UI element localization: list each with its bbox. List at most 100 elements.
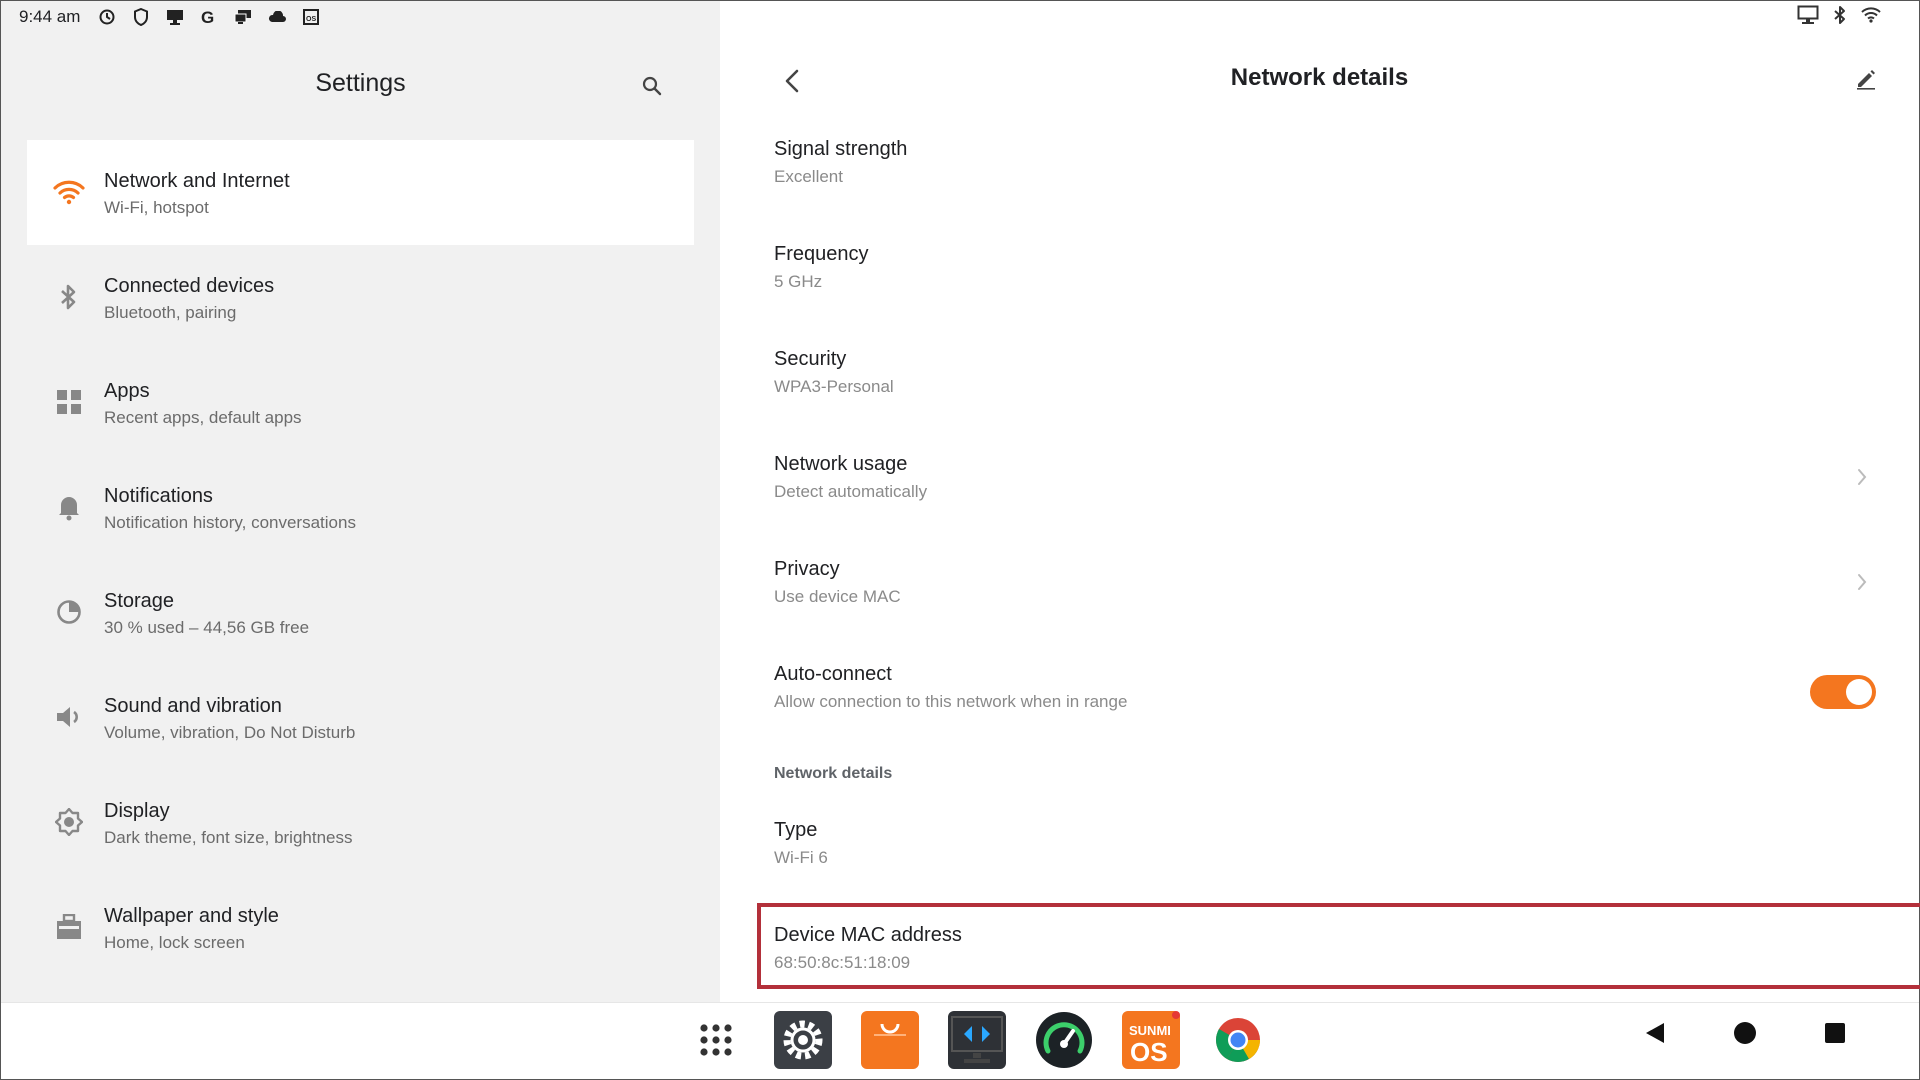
taskbar: SUNMI OS [1,1002,1919,1079]
menu-item-title: Sound and vibration [104,695,282,717]
status-bar-right [1797,5,1881,29]
settings-title: Settings [315,69,406,97]
sync-status-icon [96,6,118,28]
back-triangle-icon [1646,1023,1664,1043]
storage-pie-icon [53,596,85,628]
monitor-status-icon [164,6,186,28]
settings-menu: Network and Internet Wi-Fi, hotspot Conn… [27,140,694,980]
menu-item-title: Apps [104,380,150,402]
svg-text:OS: OS [1130,1037,1168,1067]
chevron-right-icon [1852,568,1872,596]
detail-row-frequency: Frequency 5 GHz [774,243,1894,323]
row-value: WPA3-Personal [774,377,894,396]
svg-text:SUNMI: SUNMI [1129,1023,1171,1038]
row-value: Wi-Fi 6 [774,848,828,867]
bell-icon [53,491,85,523]
detail-row-type: Type Wi-Fi 6 [774,819,1894,899]
row-value: Use device MAC [774,587,901,606]
network-details-pane: Network details Signal strength Excellen… [720,1,1920,1004]
toggle-knob [1846,679,1872,705]
search-icon [642,76,662,96]
menu-item-sound-and-vibration[interactable]: Sound and vibration Volume, vibration, D… [27,665,694,770]
menu-item-subtitle: Bluetooth, pairing [104,303,237,322]
speedometer-app-icon[interactable] [1035,1011,1093,1069]
svg-text:OS: OS [306,16,316,23]
menu-item-wallpaper-and-style[interactable]: Wallpaper and style Home, lock screen [27,875,694,980]
detail-row-auto-connect[interactable]: Auto-connect Allow connection to this ne… [774,663,1894,743]
home-circle-icon [1734,1022,1756,1044]
menu-item-notifications[interactable]: Notifications Notification history, conv… [27,455,694,560]
row-title: Security [774,348,847,370]
menu-item-connected-devices[interactable]: Connected devices Bluetooth, pairing [27,245,694,350]
wifi-status-icon [1861,6,1881,28]
speaker-icon [53,701,85,733]
menu-item-storage[interactable]: Storage 30 % used – 44,56 GB free [27,560,694,665]
menu-item-title: Network and Internet [104,170,290,192]
menu-item-display[interactable]: Display Dark theme, font size, brightnes… [27,770,694,875]
status-bar-left: 9:44 am G OS [19,5,322,29]
remote-status-icon [232,6,254,28]
menu-item-title: Display [104,800,170,822]
menu-item-title: Connected devices [104,275,275,297]
pencil-icon [1857,70,1875,90]
menu-item-network-and-internet[interactable]: Network and Internet Wi-Fi, hotspot [27,140,694,245]
wifi-icon [53,176,85,208]
svg-text:G: G [201,8,214,26]
recents-square-icon [1825,1023,1845,1043]
menu-item-subtitle: Wi-Fi, hotspot [104,198,209,217]
detail-row-security: Security WPA3-Personal [774,348,1894,428]
detail-row-network-usage[interactable]: Network usage Detect automatically [774,453,1894,533]
settings-list-pane: 9:44 am G OS Settings Network and Intern… [1,1,720,1002]
nav-home-button[interactable] [1731,1019,1759,1047]
row-title: Device MAC address [774,924,962,946]
row-title: Type [774,819,818,841]
sunmi-os-app-icon[interactable]: SUNMI OS [1122,1011,1180,1069]
row-title: Frequency [774,243,869,265]
auto-connect-toggle[interactable] [1810,675,1876,709]
os-status-icon: OS [300,6,322,28]
detail-row-privacy[interactable]: Privacy Use device MAC [774,558,1894,638]
menu-item-apps[interactable]: Apps Recent apps, default apps [27,350,694,455]
apps-grid-icon [53,386,85,418]
display-brightness-icon [53,806,85,838]
system-navigation [1641,1019,1849,1047]
store-app-icon[interactable] [861,1011,919,1069]
edit-button[interactable] [1850,63,1882,95]
cast-screen-icon [1797,5,1819,30]
menu-item-subtitle: Notification history, conversations [104,513,356,532]
chevron-right-icon [1852,463,1872,491]
detail-row-device-mac-address: Device MAC address 68:50:8c:51:18:09 [774,924,1894,1004]
menu-item-subtitle: Dark theme, font size, brightness [104,828,353,847]
bluetooth-icon [53,281,85,313]
menu-item-subtitle: Home, lock screen [104,933,245,952]
nav-back-button[interactable] [1641,1019,1669,1047]
shield-status-icon [130,6,152,28]
row-title: Signal strength [774,138,908,160]
menu-item-subtitle: Recent apps, default apps [104,408,302,427]
search-button[interactable] [637,71,667,101]
row-title: Privacy [774,558,840,580]
menu-item-subtitle: 30 % used – 44,56 GB free [104,618,310,637]
app-drawer-icon[interactable] [687,1011,745,1069]
bluetooth-status-icon [1833,5,1847,30]
row-value: Allow connection to this network when in… [774,692,1128,711]
row-value: 68:50:8c:51:18:09 [774,953,911,972]
chrome-app-icon[interactable] [1209,1011,1267,1069]
row-value: Detect automatically [774,482,928,501]
google-status-icon: G [198,6,220,28]
menu-item-title: Notifications [104,485,213,507]
row-value: Excellent [774,167,843,186]
app-dock: SUNMI OS [687,1011,1267,1069]
section-header-network-details: Network details [774,765,893,782]
settings-app-icon[interactable] [774,1011,832,1069]
menu-item-subtitle: Volume, vibration, Do Not Disturb [104,723,356,742]
wallpaper-icon [53,911,85,943]
row-title: Network usage [774,453,908,475]
status-time: 9:44 am [19,7,81,26]
menu-item-title: Wallpaper and style [104,905,279,927]
page-title: Network details [1230,64,1409,91]
remote-desktop-app-icon[interactable] [948,1011,1006,1069]
menu-item-title: Storage [104,590,175,612]
nav-recents-button[interactable] [1821,1019,1849,1047]
cloud-status-icon [266,6,288,28]
